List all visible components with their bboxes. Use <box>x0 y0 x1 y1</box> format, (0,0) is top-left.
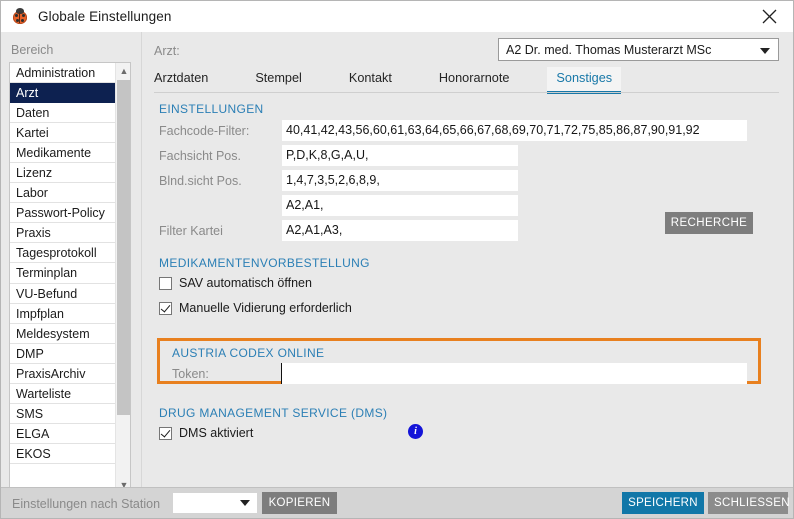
title-bar: Globale Einstellungen <box>1 1 793 33</box>
sidebar-item-vu-befund[interactable]: VU-Befund <box>10 284 115 304</box>
blndsicht-pos-input[interactable]: 1,4,7,3,5,2,6,8,9, <box>282 170 518 191</box>
blndsicht-pos-label: Blnd.sicht Pos. <box>159 174 242 188</box>
dialog-footer: Einstellungen nach Station KOPIEREN SPEI… <box>1 487 793 518</box>
tab-arztdaten[interactable]: Arztdaten <box>154 67 208 94</box>
sidebar-item-tagesprotokoll[interactable]: Tagesprotokoll <box>10 243 115 264</box>
recherche-button[interactable]: RECHERCHE <box>665 212 753 234</box>
scrollbar-thumb[interactable] <box>117 80 130 415</box>
checkbox-box <box>159 301 172 315</box>
fachsicht-pos-label: Fachsicht Pos. <box>159 149 241 163</box>
extra-pos-input[interactable]: A2,A1, <box>282 195 518 216</box>
checkbox-label: DMS aktiviert <box>179 426 254 440</box>
arzt-select-value: A2 Dr. med. Thomas Musterarzt MSc <box>506 42 712 57</box>
checkbox-label: SAV automatisch öffnen <box>179 276 312 290</box>
sidebar-item-medikamente[interactable]: Medikamente <box>10 143 115 164</box>
dms-heading: DRUG MANAGEMENT SERVICE (DMS) <box>159 406 388 420</box>
sidebar-item-praxis[interactable]: Praxis <box>10 223 115 244</box>
chevron-down-icon <box>240 500 250 506</box>
sidebar-item-ekos[interactable]: EKOS <box>10 444 115 464</box>
chevron-up-icon[interactable]: ▲ <box>116 63 130 79</box>
dialog-body: Bereich Administration Arzt Daten Kartei… <box>1 32 793 514</box>
token-input[interactable] <box>281 363 747 384</box>
dms-aktiviert-checkbox[interactable]: DMS aktiviert <box>159 426 253 440</box>
sidebar-item-meldesystem[interactable]: Meldesystem <box>10 324 115 344</box>
filter-kartei-label: Filter Kartei <box>159 224 223 238</box>
sidebar-item-labor[interactable]: Labor <box>10 183 115 204</box>
tab-bar: Arztdaten Stempel Kontakt Honorarnote So… <box>154 67 779 94</box>
fachcode-filter-label: Fachcode-Filter: <box>159 124 250 138</box>
checkbox-box <box>159 426 172 440</box>
sidebar-item-lizenz[interactable]: Lizenz <box>10 163 115 184</box>
sav-automatisch-oeffnen-checkbox[interactable]: SAV automatisch öffnen <box>159 276 312 290</box>
token-label: Token: <box>172 367 209 381</box>
close-icon[interactable] <box>747 1 791 31</box>
sidebar-item-administration[interactable]: Administration <box>10 63 115 84</box>
schliessen-button[interactable]: SCHLIESSEN <box>708 492 790 514</box>
chevron-down-icon <box>760 48 770 54</box>
sidebar-item-praxisarchiv[interactable]: PraxisArchiv <box>10 364 115 384</box>
tab-bar-divider <box>154 92 779 93</box>
tab-honorarnote[interactable]: Honorarnote <box>439 67 510 94</box>
checkbox-label: Manuelle Vidierung erforderlich <box>179 301 352 315</box>
speichern-button[interactable]: SPEICHERN <box>622 492 704 514</box>
sidebar-item-elga[interactable]: ELGA <box>10 424 115 444</box>
station-select[interactable] <box>173 493 257 513</box>
tab-sonstiges[interactable]: Sonstiges <box>547 67 622 94</box>
sidebar-item-dmp[interactable]: DMP <box>10 344 115 364</box>
sidebar-scrollbar[interactable]: ▲ ▼ <box>115 63 130 493</box>
tab-kontakt[interactable]: Kontakt <box>349 67 392 94</box>
sidebar-item-list: Administration Arzt Daten Kartei Medikam… <box>10 63 115 493</box>
einstellungen-heading: EINSTELLUNGEN <box>159 102 264 116</box>
medikamentenvorbestellung-heading: MEDIKAMENTENVORBESTELLUNG <box>159 256 370 270</box>
sidebar-listbox[interactable]: Administration Arzt Daten Kartei Medikam… <box>9 62 131 494</box>
station-label: Einstellungen nach Station <box>12 497 161 511</box>
sidebar-item-kartei[interactable]: Kartei <box>10 123 115 144</box>
sidebar-item-passwort-policy[interactable]: Passwort-Policy <box>10 203 115 224</box>
sidebar-item-arzt[interactable]: Arzt <box>10 83 115 104</box>
filter-kartei-input[interactable]: A2,A1,A3, <box>282 220 518 241</box>
arzt-label: Arzt: <box>154 44 180 58</box>
sidebar-item-sms[interactable]: SMS <box>10 404 115 424</box>
tab-stempel[interactable]: Stempel <box>255 67 302 94</box>
sidebar-label: Bereich <box>11 43 54 57</box>
ladybug-icon <box>11 7 29 26</box>
austria-codex-heading: AUSTRIA CODEX ONLINE <box>172 346 325 360</box>
sidebar-item-impfplan[interactable]: Impfplan <box>10 304 115 324</box>
arzt-select[interactable]: A2 Dr. med. Thomas Musterarzt MSc <box>498 38 779 61</box>
sidebar-item-warteliste[interactable]: Warteliste <box>10 384 115 404</box>
checkbox-box <box>159 276 172 290</box>
info-icon[interactable]: i <box>408 424 423 439</box>
global-settings-window: Globale Einstellungen Bereich Administra… <box>0 0 794 519</box>
fachcode-filter-input[interactable]: 40,41,42,43,56,60,61,63,64,65,66,67,68,6… <box>282 120 747 141</box>
sidebar-item-daten[interactable]: Daten <box>10 103 115 124</box>
sidebar-item-terminplan[interactable]: Terminplan <box>10 263 115 284</box>
kopieren-button[interactable]: KOPIEREN <box>262 492 337 514</box>
manuelle-vidierung-checkbox[interactable]: Manuelle Vidierung erforderlich <box>159 301 352 315</box>
window-title: Globale Einstellungen <box>38 9 172 24</box>
settings-content: Arzt: A2 Dr. med. Thomas Musterarzt MSc … <box>141 32 793 487</box>
fachsicht-pos-input[interactable]: P,D,K,8,G,A,U, <box>282 145 518 166</box>
